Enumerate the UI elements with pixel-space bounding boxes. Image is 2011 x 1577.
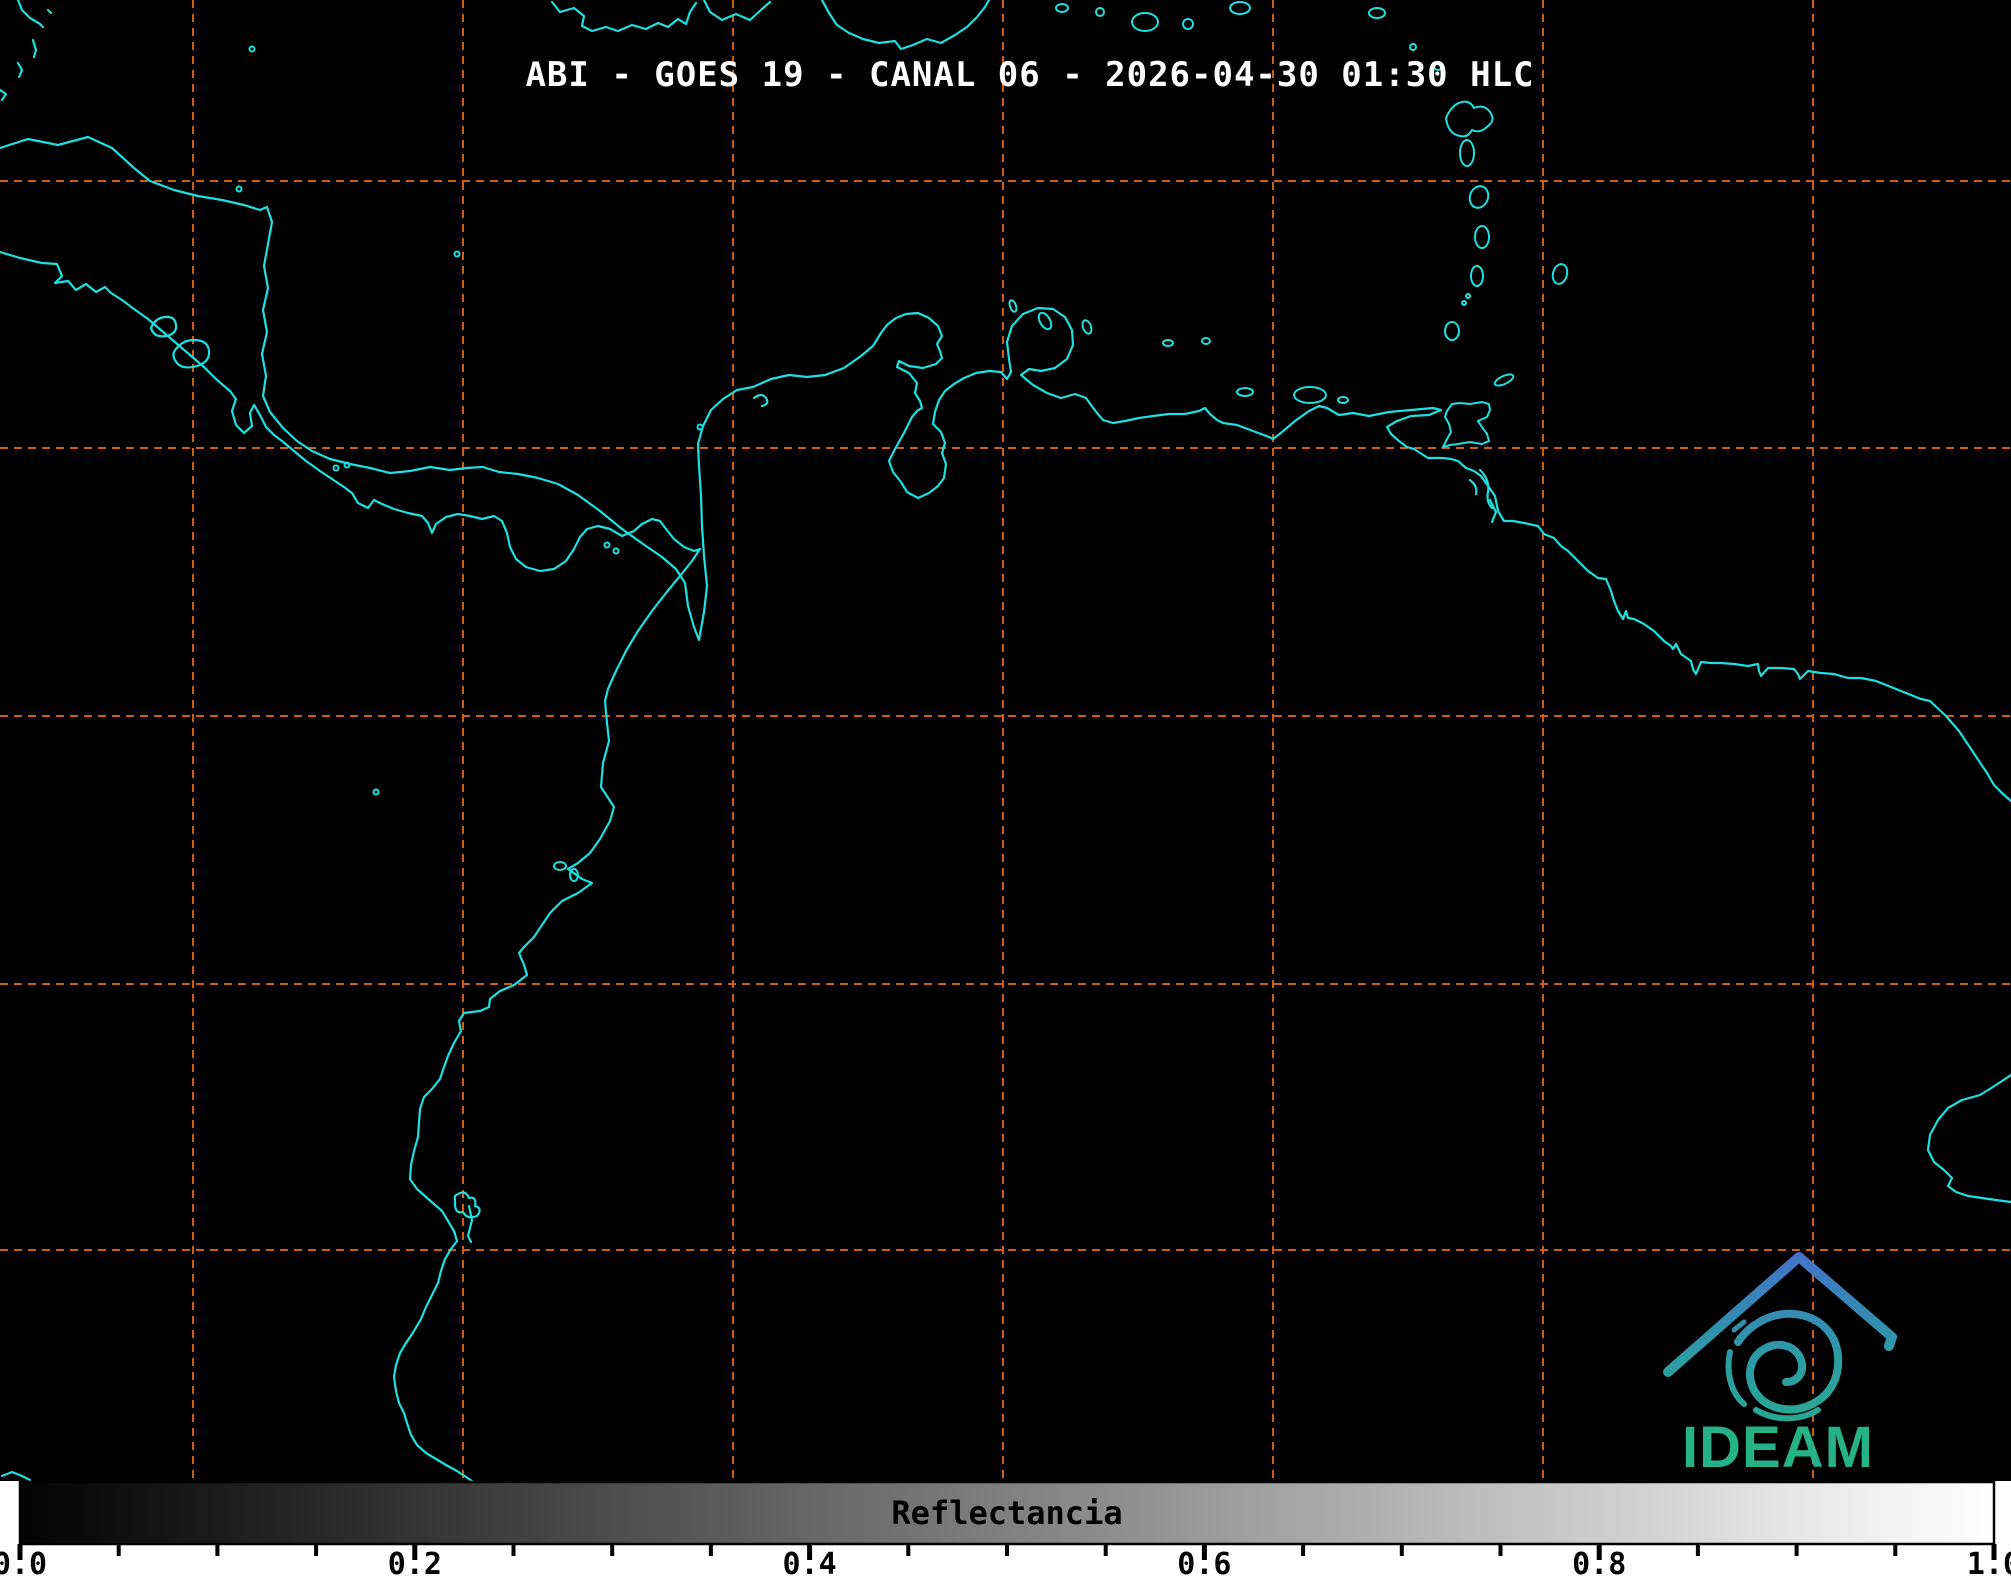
map-background — [0, 0, 2011, 1481]
image-title: ABI - GOES 19 - CANAL 06 - 2026-04-30 01… — [525, 55, 1534, 95]
tick-label-1: 0.2 — [388, 1547, 442, 1577]
goes-satellite-map: ABI - GOES 19 - CANAL 06 - 2026-04-30 01… — [0, 0, 2011, 1577]
colorbar: Reflectancia 0.0 0.2 0.4 0.6 0.8 1.0 — [0, 1480, 2011, 1577]
tick-label-2: 0.4 — [783, 1547, 837, 1577]
tick-label-4: 0.8 — [1572, 1547, 1626, 1577]
tick-label-0: 0.0 — [0, 1547, 47, 1577]
satellite-image-viewport: ABI - GOES 19 - CANAL 06 - 2026-04-30 01… — [0, 0, 2011, 1577]
tick-label-3: 0.6 — [1177, 1547, 1231, 1577]
ideam-logo-text: IDEAM — [1682, 1415, 1874, 1480]
tick-label-5: 1.0 — [1967, 1547, 2011, 1577]
colorbar-label: Reflectancia — [891, 1494, 1122, 1532]
